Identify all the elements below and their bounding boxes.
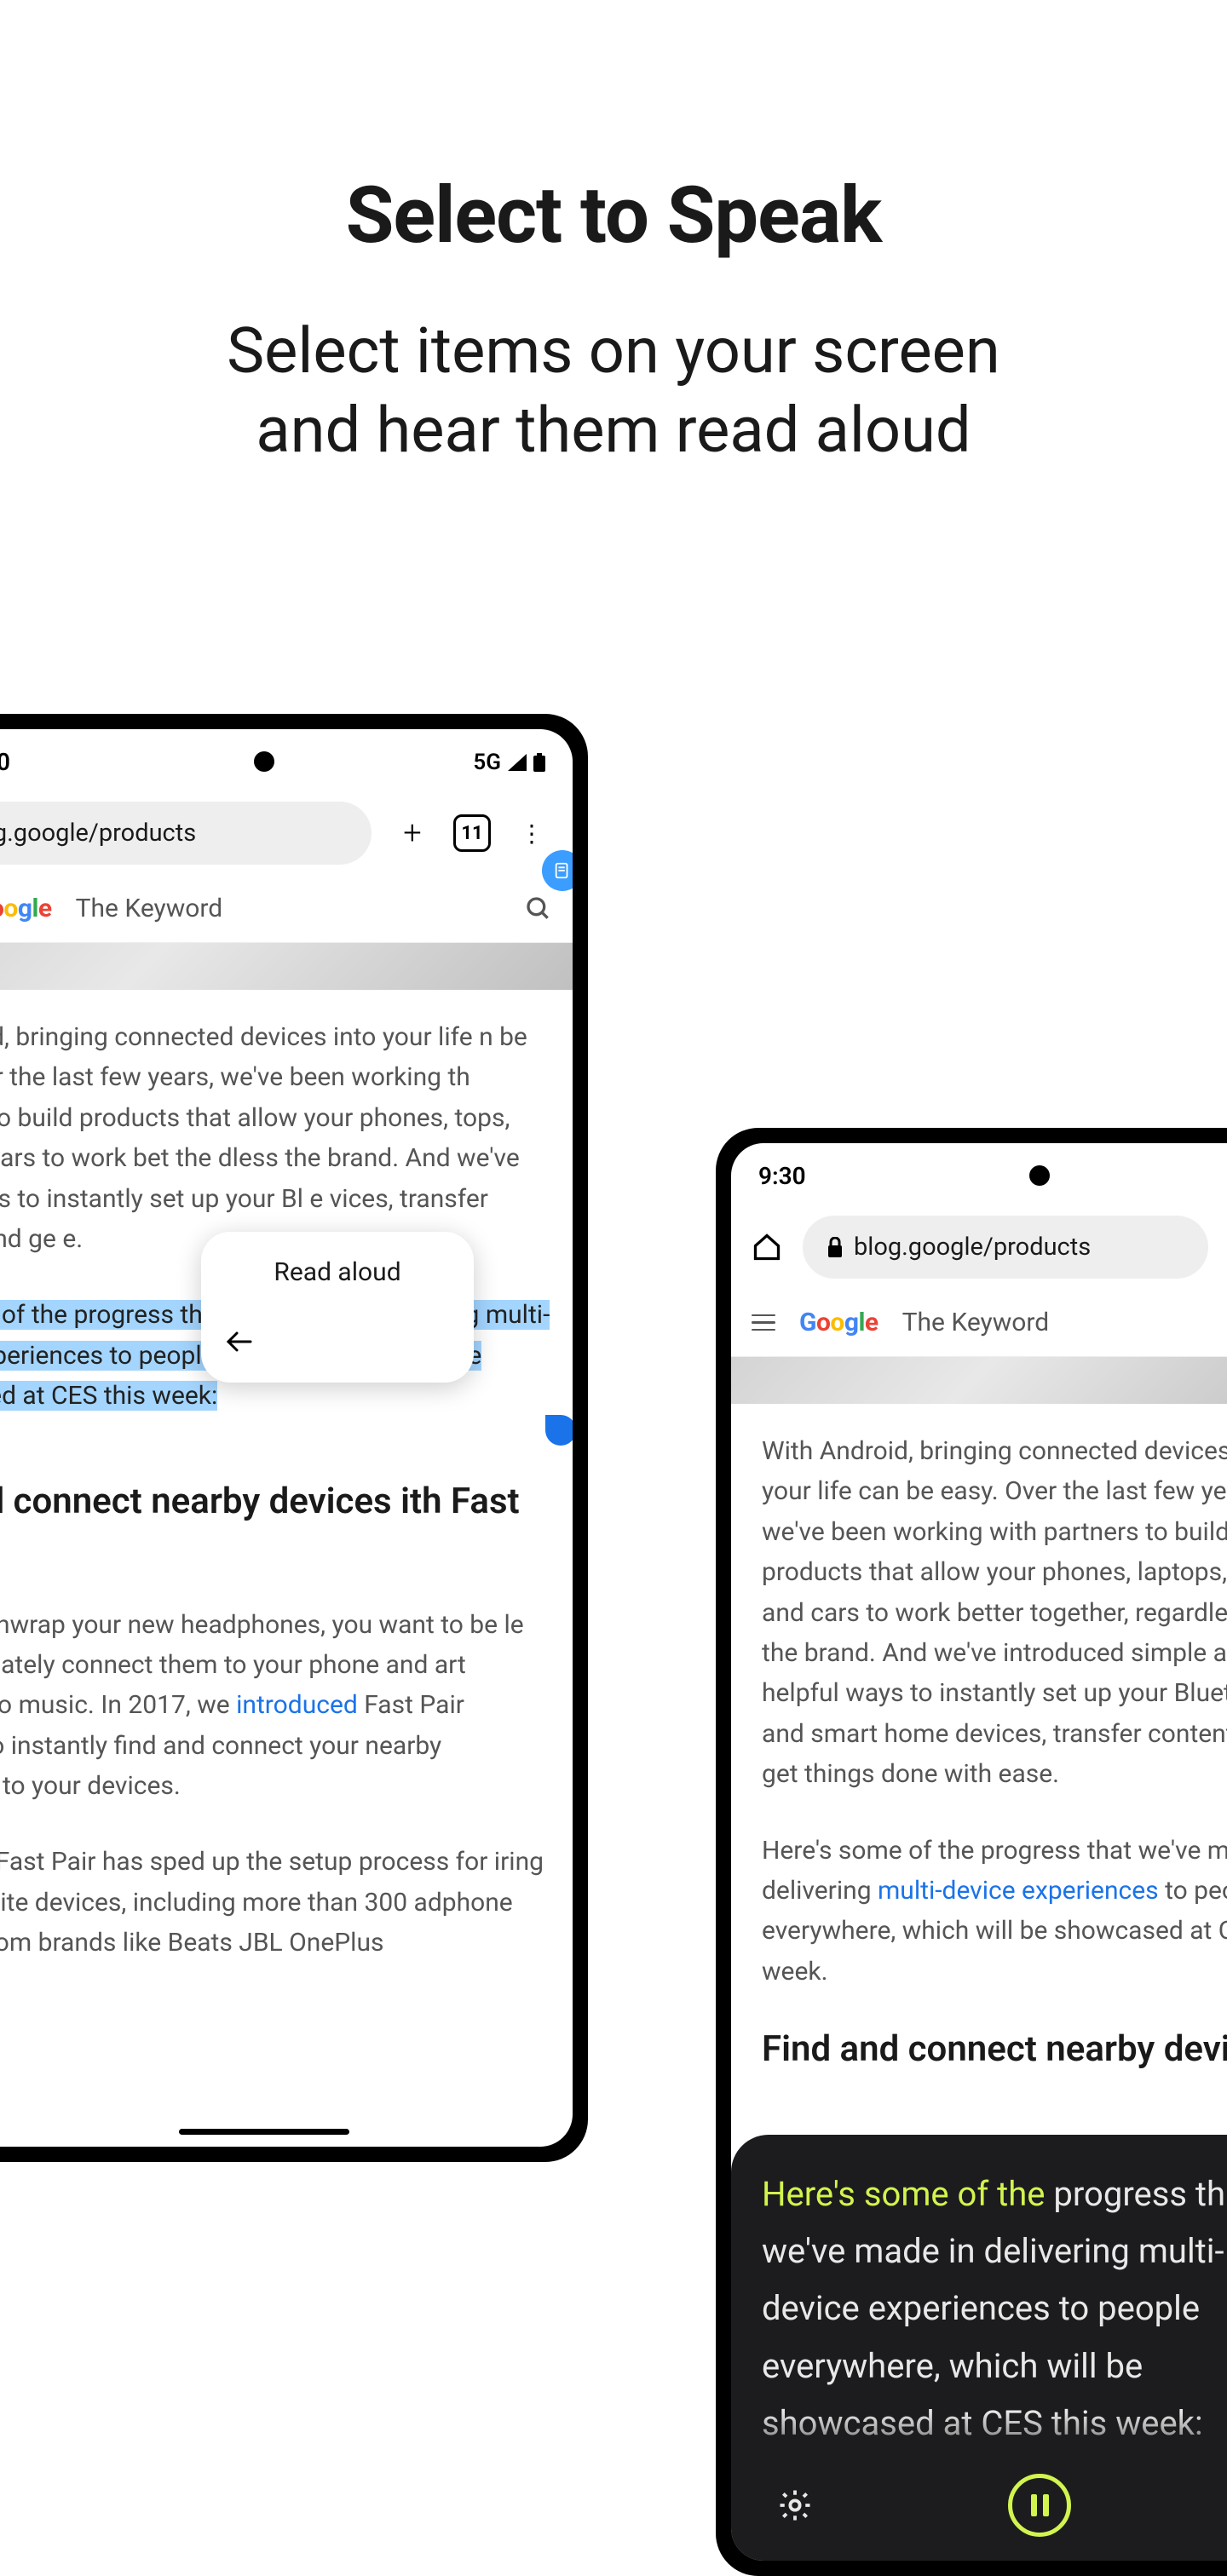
article-paragraph-1[interactable]: With Android, bringing connected devices… [731, 1431, 1227, 1795]
phone-mockup-2: 9:30 5G blog.google/products + 11 Google… [716, 1128, 1227, 2576]
status-bar: 30 5G [0, 729, 573, 791]
article-heading[interactable]: ind and connect nearby devices ith Fast … [0, 1480, 573, 1569]
camera-notch [254, 751, 274, 772]
article-paragraph-4[interactable]: nce then, Fast Pair has sped up the setu… [0, 1842, 573, 1963]
page-header: Google The Keyword [0, 875, 573, 943]
google-logo[interactable]: Google [799, 1308, 878, 1337]
reader-controls [762, 2474, 1227, 2537]
selection-handle-end[interactable] [545, 1415, 573, 1446]
status-time: 9:30 [758, 1162, 806, 1190]
status-time: 30 [0, 748, 10, 776]
page-header: Google The Keyword [731, 1289, 1227, 1357]
search-icon[interactable] [525, 895, 552, 923]
article-body: With Android, bringing connected devices… [731, 1404, 1227, 2073]
article-paragraph-3[interactable]: hen you unwrap your new headphones, you … [0, 1605, 573, 1807]
status-bar: 9:30 5G [731, 1143, 1227, 1205]
browser-toolbar: blog.google/products + 11 ⋮ [0, 791, 573, 875]
menu-button[interactable]: ⋮ [511, 813, 552, 854]
home-icon[interactable] [752, 1232, 782, 1262]
article-paragraph-2[interactable]: Here's some of the progress that we've m… [731, 1831, 1227, 1992]
select-to-speak-panel: Here's some of the progress that we've m… [731, 2135, 1227, 2561]
url-bar[interactable]: blog.google/products [803, 1216, 1208, 1279]
camera-notch [1029, 1165, 1050, 1186]
article-hero-image [0, 943, 573, 990]
battery-icon [533, 753, 545, 772]
article-heading[interactable]: Find and connect nearby devices [731, 2027, 1227, 2073]
hero-title: Select to Speak [0, 170, 1227, 262]
article-body: th Android, bringing connected devices i… [0, 990, 573, 1964]
url-text: blog.google/products [854, 1233, 1091, 1262]
url-bar[interactable]: blog.google/products [0, 802, 372, 865]
gesture-bar[interactable] [179, 2129, 349, 2135]
pause-button[interactable] [1008, 2474, 1071, 2537]
google-logo[interactable]: Google [0, 894, 52, 923]
status-network: 5G [473, 750, 501, 775]
signal-icon [508, 754, 527, 771]
lock-icon [827, 1237, 844, 1257]
blog-title: The Keyword [76, 894, 223, 923]
url-text: blog.google/products [0, 819, 196, 848]
article-link-introduced[interactable]: introduced [236, 1690, 358, 1720]
browser-toolbar: blog.google/products + 11 [731, 1205, 1227, 1289]
blog-title: The Keyword [902, 1308, 1050, 1337]
tabs-button[interactable]: 11 [453, 814, 491, 852]
article-hero-image [731, 1357, 1227, 1404]
hero-section: Select to Speak Select items on your scr… [0, 0, 1227, 470]
back-button[interactable] [201, 1309, 474, 1383]
hamburger-icon[interactable] [752, 1314, 775, 1331]
hero-subtitle: Select items on your screen and hear the… [0, 313, 1227, 470]
context-menu: Read aloud [201, 1232, 474, 1383]
article-paragraph-1[interactable]: th Android, bringing connected devices i… [0, 1017, 573, 1259]
read-aloud-button[interactable]: Read aloud [201, 1232, 474, 1309]
article-link-multidevice[interactable]: multi-device experiences [878, 1876, 1159, 1906]
reader-text: Here's some of the progress that we've m… [762, 2165, 1227, 2452]
reader-current-word: Here's some of the [762, 2174, 1046, 2214]
settings-button[interactable] [770, 2481, 820, 2530]
phone-mockup-1: 30 5G blog.google/products + 11 ⋮ Google… [0, 714, 588, 2162]
new-tab-button[interactable]: + [392, 813, 433, 854]
